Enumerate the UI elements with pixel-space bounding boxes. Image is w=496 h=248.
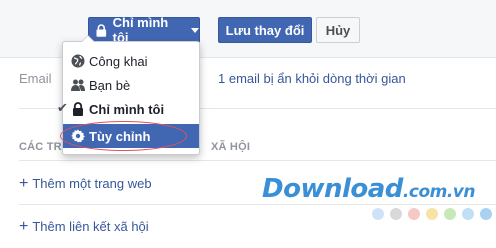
lock-icon	[73, 102, 83, 116]
divider	[19, 160, 496, 161]
watermark-dot	[372, 208, 384, 220]
section-title-right: XÃ HỘI	[211, 141, 251, 153]
plus-icon: +	[19, 175, 29, 192]
save-changes-button[interactable]: Lưu thay đổi	[218, 17, 312, 43]
email-label: Email	[19, 71, 52, 86]
highlight-oval-annotation	[60, 121, 187, 151]
plus-icon: +	[19, 218, 29, 235]
add-social-link[interactable]: + Thêm liên kết xã hội	[19, 218, 149, 236]
email-hidden-link[interactable]: 1 email bị ẩn khỏi dòng thời gian	[218, 71, 406, 86]
chevron-down-icon	[191, 27, 199, 33]
lock-icon	[96, 23, 107, 37]
divider	[19, 204, 496, 205]
globe-icon	[71, 54, 85, 68]
watermark-dot	[426, 208, 438, 220]
watermark-dot	[444, 208, 456, 220]
watermark-logo: Download.com.vn	[262, 174, 475, 204]
friends-icon	[71, 79, 85, 91]
menu-item-label: Chỉ mình tôi	[89, 101, 165, 117]
section-title-left: CÁC TR	[19, 141, 62, 153]
cancel-button[interactable]: Hủy	[316, 17, 360, 43]
watermark-dot	[462, 208, 474, 220]
section-title: CÁC TR XÃ HỘI	[19, 141, 250, 153]
add-website-link[interactable]: + Thêm một trang web	[19, 175, 152, 193]
add-website-label: Thêm một trang web	[32, 176, 152, 191]
add-social-link-label: Thêm liên kết xã hội	[32, 219, 149, 234]
watermark-suffix: .com.vn	[402, 182, 476, 202]
watermark-dot	[390, 208, 402, 220]
watermark-dot	[480, 208, 492, 220]
menu-item-public[interactable]: Công khai	[63, 49, 199, 73]
menu-item-only-me[interactable]: ✔ Chỉ mình tôi	[57, 97, 199, 121]
menu-item-label: Công khai	[89, 53, 148, 69]
menu-item-friends[interactable]: Bạn bè	[63, 73, 199, 97]
watermark-brand: Download	[262, 174, 403, 204]
menu-item-label: Bạn bè	[89, 77, 131, 93]
watermark-dot	[408, 208, 420, 220]
privacy-selector-button[interactable]: Chỉ mình tôi	[88, 15, 200, 45]
checkmark-icon: ✔	[57, 100, 68, 115]
